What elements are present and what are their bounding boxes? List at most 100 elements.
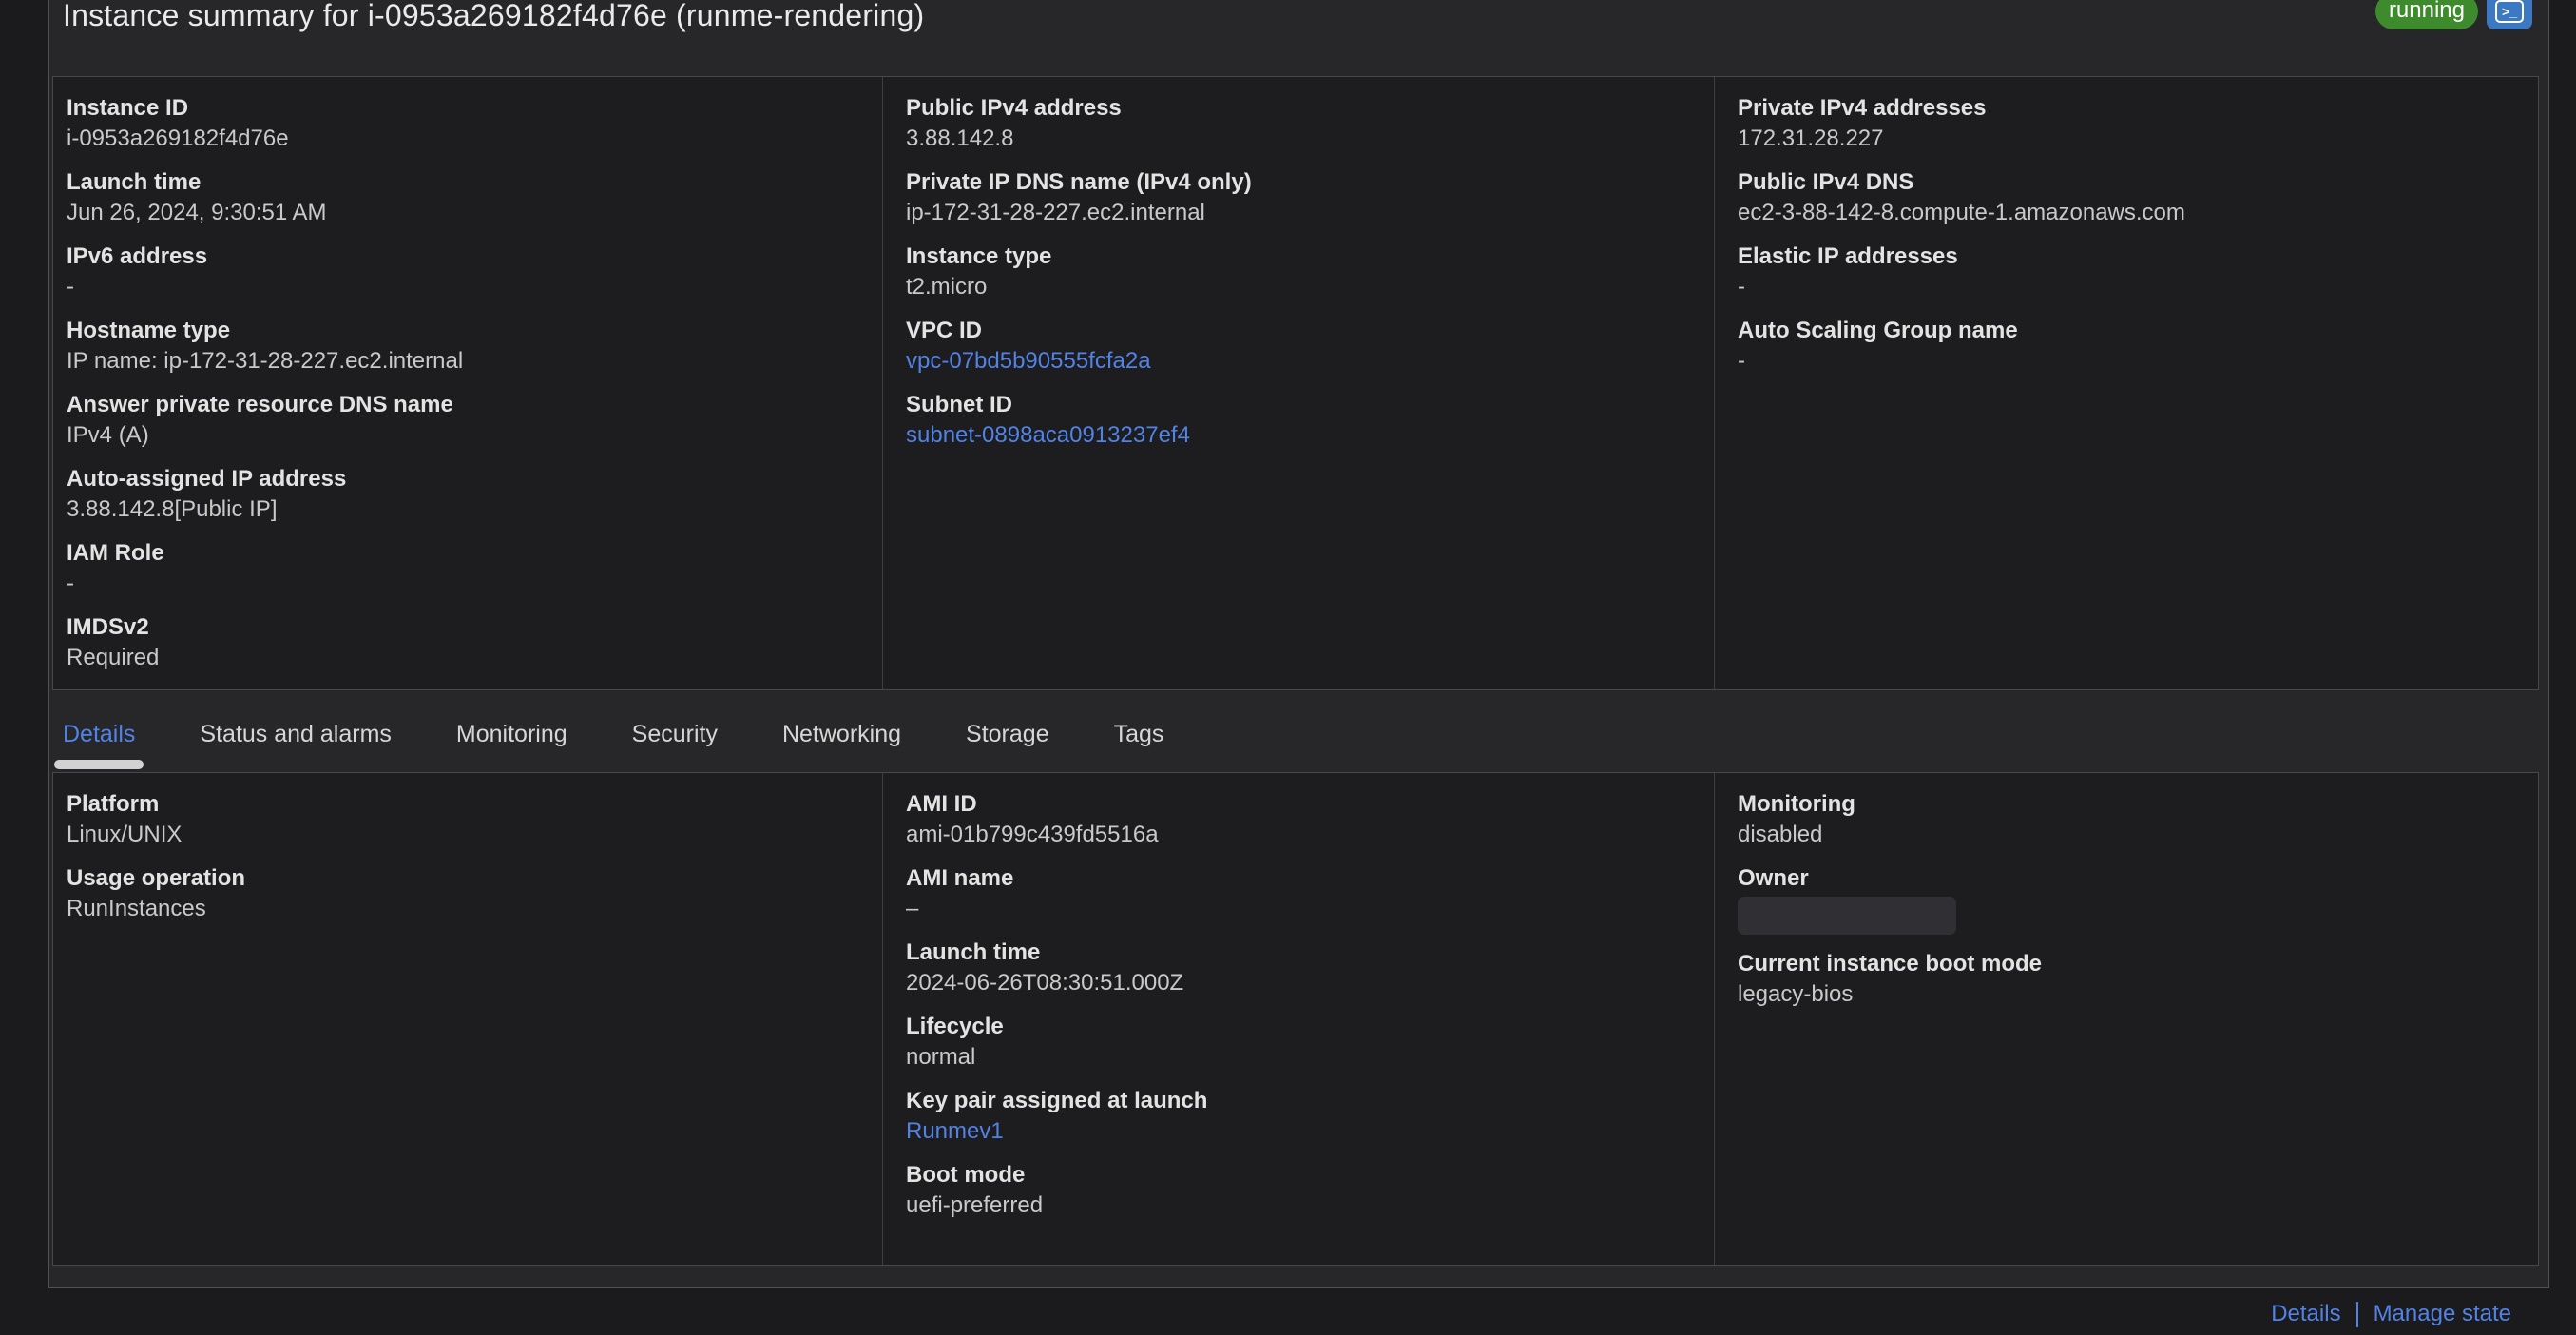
- field-boot-mode: Boot mode uefi-preferred: [906, 1161, 1695, 1220]
- tab-label: Storage: [966, 721, 1049, 747]
- field-imdsv2: IMDSv2 Required: [67, 613, 863, 672]
- field-answer-private-resource-dns-name: Answer private resource DNS name IPv4 (A): [67, 391, 863, 450]
- field-value: disabled: [1738, 822, 1823, 847]
- field-label: Instance type: [906, 243, 1052, 269]
- tab-storage[interactable]: Storage: [966, 697, 1049, 772]
- field-label: Public IPv4 address: [906, 95, 1122, 121]
- field-label: Usage operation: [67, 865, 246, 891]
- field-value: uefi-preferred: [906, 1192, 1044, 1218]
- field-label: AMI name: [906, 865, 1014, 891]
- field-label: Subnet ID: [906, 392, 1012, 417]
- header-badges: running >_: [2374, 0, 2532, 29]
- field-value: -: [67, 274, 74, 300]
- field-value: Linux/UNIX: [67, 822, 183, 847]
- field-launch-time: Launch time Jun 26, 2024, 9:30:51 AM: [67, 168, 863, 227]
- terminal-icon: >_: [2495, 0, 2524, 23]
- field-value: legacy-bios: [1738, 981, 1854, 1007]
- tab-bar: Details Status and alarms Monitoring Securi…: [52, 697, 2539, 772]
- field-ipv6-address: IPv6 address -: [67, 242, 863, 301]
- tab-label: Networking: [781, 721, 902, 747]
- field-lifecycle: Lifecycle normal: [906, 1013, 1695, 1072]
- tab-status-and-alarms[interactable]: Status and alarms: [200, 697, 392, 772]
- field-usage-operation: Usage operation RunInstances: [67, 864, 863, 923]
- connect-console-button[interactable]: >_: [2487, 0, 2532, 29]
- field-value: –: [906, 896, 919, 921]
- field-value: normal: [906, 1044, 976, 1070]
- footer-link-manage-state[interactable]: Manage state: [2374, 1301, 2511, 1327]
- field-value: 172.31.28.227: [1738, 126, 1884, 151]
- field-value-link[interactable]: vpc-07bd5b90555fcfa2a: [906, 347, 1151, 376]
- details-column-2: AMI ID ami-01b799c439fd5516a AMI name – Laun…: [882, 773, 1714, 1265]
- field-label: Private IPv4 addresses: [1738, 95, 1987, 121]
- field-value: Jun 26, 2024, 9:30:51 AM: [67, 200, 327, 225]
- field-value: 3.88.142.8[Public IP]: [67, 496, 278, 522]
- field-private-ip-dns-name-ipv4-only: Private IP DNS name (IPv4 only) ip-172-31…: [906, 168, 1695, 227]
- tab-monitoring[interactable]: Monitoring: [456, 697, 567, 772]
- field-label: Monitoring: [1738, 791, 1855, 817]
- field-auto-scaling-group-name: Auto Scaling Group name -: [1738, 317, 2519, 376]
- field-ami-id: AMI ID ami-01b799c439fd5516a: [906, 790, 1695, 849]
- field-label: Private IP DNS name (IPv4 only): [906, 169, 1252, 195]
- field-value: 2024-06-26T08:30:51.000Z: [906, 970, 1184, 996]
- field-private-ipv4-addresses: Private IPv4 addresses 172.31.28.227: [1738, 94, 2519, 153]
- footer-actions: Details Manage state: [2271, 1301, 2511, 1327]
- field-label: IPv6 address: [67, 243, 208, 269]
- field-vpc-id: VPC ID vpc-07bd5b90555fcfa2a: [906, 317, 1695, 376]
- field-label: Key pair assigned at launch: [906, 1088, 1208, 1113]
- field-label: Public IPv4 DNS: [1738, 169, 1914, 195]
- field-label: Instance ID: [67, 95, 189, 121]
- tab-label: Monitoring: [455, 721, 567, 747]
- field-instance-id: Instance ID i-0953a269182f4d76e: [67, 94, 863, 153]
- instance-summary-panel: Instance ID i-0953a269182f4d76e Launch tim…: [52, 76, 2539, 690]
- field-label: Boot mode: [906, 1162, 1026, 1188]
- field-public-ipv4-address: Public IPv4 address 3.88.142.8: [906, 94, 1695, 153]
- field-current-instance-boot-mode: Current instance boot mode legacy-bios: [1738, 950, 2519, 1009]
- field-label: AMI ID: [906, 791, 977, 817]
- footer-link-divider: [2355, 1301, 2358, 1327]
- field-launch-time: Launch time 2024-06-26T08:30:51.000Z: [906, 938, 1695, 997]
- field-label: VPC ID: [906, 318, 983, 343]
- tab-security[interactable]: Security: [632, 697, 718, 772]
- field-label: Answer private resource DNS name: [67, 392, 453, 417]
- summary-column-3: Private IPv4 addresses 172.31.28.227 Publi…: [1714, 77, 2538, 689]
- tab-label: Tags: [1113, 721, 1164, 747]
- details-column-3: Monitoring disabled Owner Current instance …: [1714, 773, 2538, 1265]
- field-value-link[interactable]: subnet-0898aca0913237ef4: [906, 421, 1190, 450]
- field-elastic-ip-addresses: Elastic IP addresses -: [1738, 242, 2519, 301]
- field-value: -: [67, 571, 74, 596]
- field-label: Launch time: [906, 939, 1041, 965]
- active-tab-underline: [54, 760, 144, 769]
- field-label: Elastic IP addresses: [1738, 243, 1958, 269]
- tab-details[interactable]: Details: [54, 697, 144, 772]
- field-value: -: [1738, 348, 1745, 374]
- field-label: IMDSv2: [67, 614, 149, 640]
- field-value: t2.micro: [906, 274, 988, 300]
- tab-label: Security: [631, 721, 718, 747]
- tab-tags[interactable]: Tags: [1114, 697, 1164, 772]
- field-label: Current instance boot mode: [1738, 951, 2043, 977]
- summary-column-1: Instance ID i-0953a269182f4d76e Launch tim…: [53, 77, 882, 689]
- field-owner: Owner: [1738, 864, 2519, 935]
- field-label: Owner: [1738, 865, 1809, 891]
- field-label: Hostname type: [67, 318, 231, 343]
- field-public-ipv4-dns: Public IPv4 DNS ec2-3-88-142-8.compute-1.…: [1738, 168, 2519, 227]
- field-value: ami-01b799c439fd5516a: [906, 822, 1159, 847]
- page-title: Instance summary for i-0953a269182f4d76e…: [63, 0, 925, 32]
- page-header: Instance summary for i-0953a269182f4d76e…: [63, 0, 924, 33]
- field-value: Required: [67, 645, 160, 670]
- details-panel: Platform Linux/UNIX Usage operation RunInst…: [52, 772, 2539, 1266]
- redacted-value: [1738, 897, 1956, 935]
- field-label: Platform: [67, 791, 160, 817]
- details-column-1: Platform Linux/UNIX Usage operation RunInst…: [53, 773, 882, 1265]
- field-value: IP name: ip-172-31-28-227.ec2.internal: [67, 348, 464, 374]
- field-value: ip-172-31-28-227.ec2.internal: [906, 200, 1205, 225]
- field-label: Launch time: [67, 169, 202, 195]
- tab-networking[interactable]: Networking: [782, 697, 901, 772]
- field-hostname-type: Hostname type IP name: ip-172-31-28-227.e…: [67, 317, 863, 376]
- field-value: ec2-3-88-142-8.compute-1.amazonaws.com: [1738, 200, 2185, 225]
- field-value-link[interactable]: Runmev1: [906, 1117, 1004, 1146]
- field-ami-name: AMI name –: [906, 864, 1695, 923]
- status-badge: running: [2374, 0, 2478, 29]
- field-label: Lifecycle: [906, 1014, 1004, 1039]
- footer-link-details[interactable]: Details: [2271, 1301, 2340, 1327]
